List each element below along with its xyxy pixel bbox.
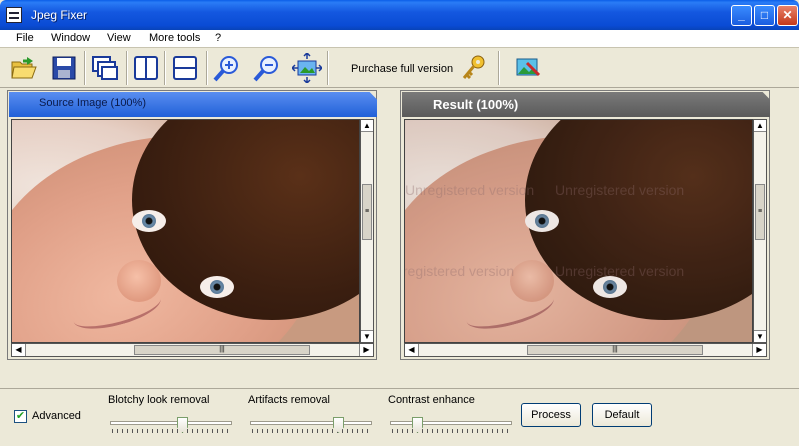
watermark: Unregistered version — [555, 263, 685, 279]
artifacts-removal-label: Artifacts removal — [248, 394, 330, 406]
cascade-windows-icon[interactable] — [90, 53, 120, 83]
scroll-up-button[interactable]: ▲ — [754, 120, 766, 132]
scroll-thumb[interactable]: ≡ — [362, 184, 372, 240]
zoom-out-icon[interactable] — [252, 53, 282, 83]
scroll-right-button[interactable]: ▶ — [359, 344, 373, 356]
menu-window[interactable]: Window — [51, 32, 90, 44]
scroll-thumb[interactable]: ≡ — [755, 184, 765, 240]
eye-right — [593, 276, 627, 298]
result-image-panel: Result (100%) Unregistered version Unreg… — [400, 90, 770, 360]
toolbar: Purchase full version — [0, 48, 799, 88]
maximize-button[interactable]: □ — [754, 5, 775, 26]
result-panel-header[interactable]: Result (100%) — [402, 92, 770, 117]
scroll-right-button[interactable]: ▶ — [752, 344, 766, 356]
watermark: Unregistered version — [405, 263, 515, 279]
scroll-up-button[interactable]: ▲ — [361, 120, 373, 132]
open-folder-icon[interactable] — [9, 53, 39, 83]
save-icon[interactable] — [49, 53, 79, 83]
scroll-left-button[interactable]: ◀ — [12, 344, 26, 356]
scroll-down-button[interactable]: ▼ — [361, 330, 373, 342]
menu-help[interactable]: ? — [215, 32, 221, 44]
zoom-in-icon[interactable] — [212, 53, 242, 83]
source-vertical-scrollbar[interactable]: ▲ ≡ ▼ — [360, 119, 374, 343]
artifacts-removal-slider[interactable] — [250, 417, 372, 433]
advanced-checkbox[interactable]: ✔ — [14, 410, 27, 423]
advanced-label[interactable]: Advanced — [32, 410, 81, 422]
watermark: Unregistered version — [405, 182, 535, 198]
source-panel-header[interactable]: Source Image (100%) — [9, 92, 377, 117]
contrast-enhance-label: Contrast enhance — [388, 394, 475, 406]
fit-to-window-icon[interactable] — [290, 51, 324, 85]
result-horizontal-scrollbar[interactable]: ◀ ||| ▶ — [404, 343, 767, 357]
controls-bar: ✔ Advanced Blotchy look removal Artifact… — [0, 388, 799, 446]
contrast-enhance-slider[interactable] — [390, 417, 512, 433]
result-panel-title: Result (100%) — [433, 97, 519, 112]
menu-file[interactable]: File — [16, 32, 34, 44]
window-title: Jpeg Fixer — [31, 8, 88, 22]
eye-right — [200, 276, 234, 298]
menu-view[interactable]: View — [107, 32, 131, 44]
eye-left — [132, 210, 166, 232]
default-button[interactable]: Default — [592, 403, 652, 427]
minimize-button[interactable]: _ — [731, 5, 752, 26]
eye-left — [525, 210, 559, 232]
app-icon[interactable] — [6, 7, 22, 23]
source-image-view[interactable] — [11, 119, 360, 343]
scroll-down-button[interactable]: ▼ — [754, 330, 766, 342]
tile-vertical-icon[interactable] — [131, 53, 161, 83]
key-icon[interactable] — [458, 53, 488, 83]
menu-more-tools[interactable]: More tools — [149, 32, 200, 44]
menu-bar: File Window View More tools ? — [0, 30, 799, 48]
process-button[interactable]: Process — [521, 403, 581, 427]
tile-horizontal-icon[interactable] — [170, 53, 200, 83]
source-horizontal-scrollbar[interactable]: ◀ ||| ▶ — [11, 343, 374, 357]
scroll-left-button[interactable]: ◀ — [405, 344, 419, 356]
scroll-thumb[interactable]: ||| — [134, 345, 310, 355]
watermark: Unregistered version — [555, 182, 685, 198]
close-button[interactable]: ✕ — [777, 5, 798, 26]
scroll-thumb[interactable]: ||| — [527, 345, 703, 355]
result-image-view[interactable]: Unregistered version Unregistered versio… — [404, 119, 753, 343]
purchase-label[interactable]: Purchase full version — [351, 63, 453, 75]
title-bar[interactable]: Jpeg Fixer _ □ ✕ — [0, 0, 799, 30]
image-edit-icon[interactable] — [513, 53, 543, 83]
result-vertical-scrollbar[interactable]: ▲ ≡ ▼ — [753, 119, 767, 343]
blotchy-removal-label: Blotchy look removal — [108, 394, 210, 406]
blotchy-removal-slider[interactable] — [110, 417, 232, 433]
source-image-panel: Source Image (100%) ▲ ≡ ▼ ◀ ||| ▶ — [7, 90, 377, 360]
source-panel-title: Source Image (100%) — [39, 97, 146, 109]
